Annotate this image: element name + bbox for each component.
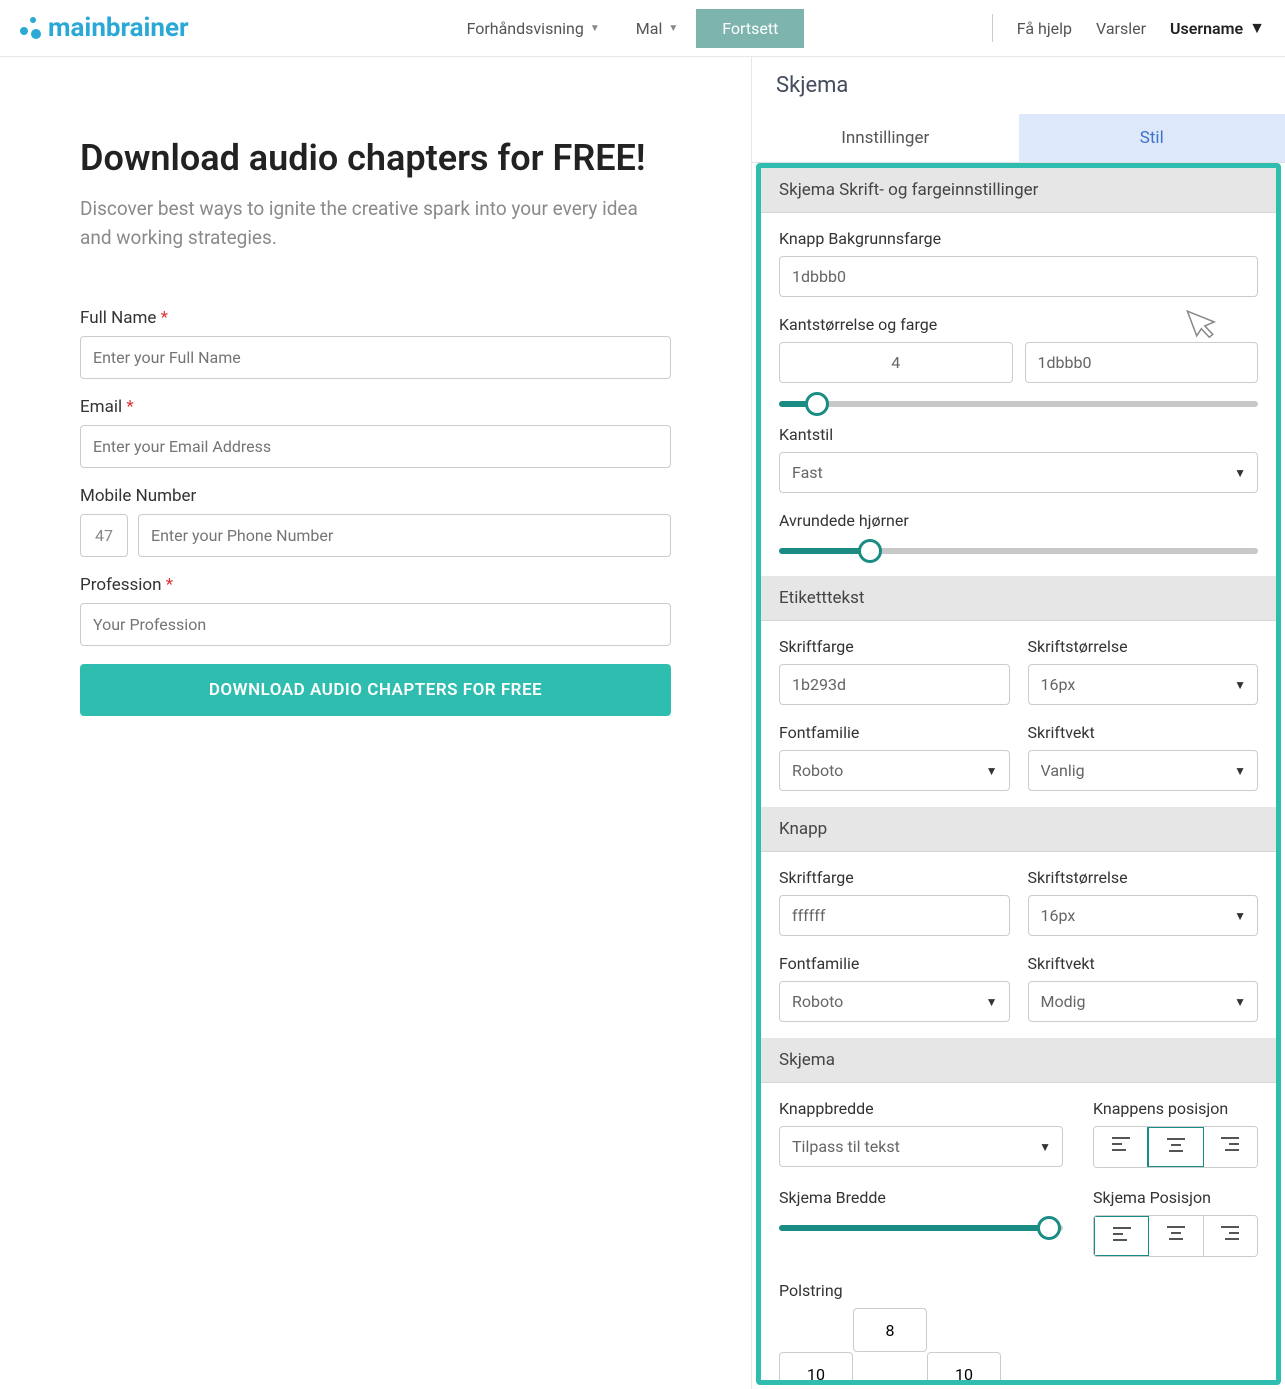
nav-right: Få hjelp Varsler Username▼ [992, 14, 1265, 42]
logo-icon [20, 17, 42, 39]
user-menu[interactable]: Username▼ [1170, 18, 1265, 38]
btn-font-size-select[interactable] [1028, 895, 1259, 936]
btn-pos-left[interactable] [1094, 1127, 1148, 1167]
align-right-icon [1221, 1137, 1239, 1151]
fullname-input[interactable] [80, 336, 671, 379]
section-label-text: Etiketttekst [761, 576, 1276, 621]
align-left-icon [1113, 1227, 1131, 1241]
form-pos-group [1093, 1215, 1258, 1257]
btn-font-family-label: Fontfamilie [779, 954, 1010, 973]
email-input[interactable] [80, 425, 671, 468]
continue-button[interactable]: Fortsett [696, 9, 804, 48]
sidebar-title: Skjema [752, 57, 1285, 114]
top-nav: mainbrainer Forhåndsvisning▼ Mal▼ Fortse… [0, 0, 1285, 57]
border-label: Kantstørrelse og farge [779, 315, 1258, 334]
align-center-icon [1167, 1226, 1185, 1240]
nav-center: Forhåndsvisning▼ Mal▼ Fortsett [449, 9, 805, 48]
btn-font-size-label: Skriftstørrelse [1028, 868, 1259, 887]
nav-preview-dropdown[interactable]: Forhåndsvisning▼ [449, 9, 618, 48]
tab-settings[interactable]: Innstillinger [752, 114, 1019, 162]
rounded-slider[interactable] [779, 548, 1258, 554]
padding-right-input[interactable] [927, 1352, 1001, 1385]
form-pos-label: Skjema Posisjon [1093, 1188, 1258, 1207]
tab-style[interactable]: Stil [1019, 114, 1285, 162]
btn-font-weight-select[interactable] [1028, 981, 1259, 1022]
style-sidebar: Skjema Innstillinger Stil Skjema Skrift-… [751, 57, 1285, 1389]
preview-title: Download audio chapters for FREE! [80, 137, 671, 179]
divider [992, 14, 993, 42]
btn-pos-group [1093, 1126, 1258, 1168]
caret-down-icon: ▼ [590, 23, 600, 34]
mobile-input[interactable] [138, 514, 671, 557]
section-form: Skjema [761, 1038, 1276, 1083]
submit-button[interactable]: DOWNLOAD AUDIO CHAPTERS FOR FREE [80, 664, 671, 716]
country-code-input[interactable] [80, 514, 128, 557]
section-form-font-color: Skjema Skrift- og fargeinnstillinger [761, 168, 1276, 213]
style-panel: Skjema Skrift- og fargeinnstillinger Kna… [756, 163, 1281, 1385]
label-font-family-select[interactable] [779, 750, 1010, 791]
rounded-label: Avrundede hjørner [779, 511, 1258, 530]
btn-bg-label: Knapp Bakgrunnsfarge [779, 229, 1258, 248]
btn-pos-label: Knappens posisjon [1093, 1099, 1258, 1118]
btn-font-family-select[interactable] [779, 981, 1010, 1022]
padding-top-input[interactable] [853, 1308, 927, 1352]
form-preview: Download audio chapters for FREE! Discov… [0, 57, 751, 1389]
padding-label: Polstring [779, 1281, 1258, 1300]
border-size-slider[interactable] [779, 401, 1258, 407]
form-pos-left[interactable] [1093, 1215, 1150, 1257]
email-label: Email * [80, 397, 671, 417]
border-color-input[interactable] [1025, 342, 1259, 383]
form-pos-center[interactable] [1149, 1216, 1203, 1256]
align-left-icon [1112, 1137, 1130, 1151]
align-center-icon [1167, 1138, 1185, 1152]
label-font-weight-select[interactable] [1028, 750, 1259, 791]
profession-input[interactable] [80, 603, 671, 646]
label-font-weight-label: Skriftvekt [1028, 723, 1259, 742]
form-width-label: Skjema Bredde [779, 1188, 1063, 1207]
nav-template-dropdown[interactable]: Mal▼ [618, 9, 696, 48]
fullname-label: Full Name * [80, 308, 671, 328]
btn-pos-center[interactable] [1147, 1126, 1204, 1168]
label-font-size-select[interactable] [1028, 664, 1259, 705]
btn-width-label: Knappbredde [779, 1099, 1063, 1118]
section-button: Knapp [761, 807, 1276, 852]
form-width-slider[interactable] [779, 1225, 1063, 1231]
nav-help-link[interactable]: Få hjelp [1017, 19, 1072, 38]
btn-font-color-label: Skriftfarge [779, 868, 1010, 887]
btn-font-color-input[interactable] [779, 895, 1010, 936]
padding-left-input[interactable] [779, 1352, 853, 1385]
sidebar-tabs: Innstillinger Stil [752, 114, 1285, 163]
nav-alerts-link[interactable]: Varsler [1096, 19, 1146, 38]
padding-grid [779, 1308, 1001, 1385]
form-pos-right[interactable] [1204, 1216, 1257, 1256]
btn-font-weight-label: Skriftvekt [1028, 954, 1259, 973]
mobile-label: Mobile Number [80, 486, 671, 506]
btn-width-select[interactable] [779, 1126, 1063, 1167]
caret-down-icon: ▼ [1249, 18, 1265, 38]
brand-text: mainbrainer [48, 13, 189, 43]
label-font-size-label: Skriftstørrelse [1028, 637, 1259, 656]
profession-label: Profession * [80, 575, 671, 595]
label-font-color-input[interactable] [779, 664, 1010, 705]
btn-pos-right[interactable] [1204, 1127, 1257, 1167]
label-font-family-label: Fontfamilie [779, 723, 1010, 742]
btn-bg-input[interactable] [779, 256, 1258, 297]
caret-down-icon: ▼ [668, 23, 678, 34]
label-font-color-label: Skriftfarge [779, 637, 1010, 656]
brand-logo: mainbrainer [20, 13, 189, 43]
align-right-icon [1221, 1226, 1239, 1240]
border-size-input[interactable] [779, 342, 1013, 383]
border-style-label: Kantstil [779, 425, 1258, 444]
border-style-select[interactable] [779, 452, 1258, 493]
preview-subtitle: Discover best ways to ignite the creativ… [80, 195, 671, 252]
